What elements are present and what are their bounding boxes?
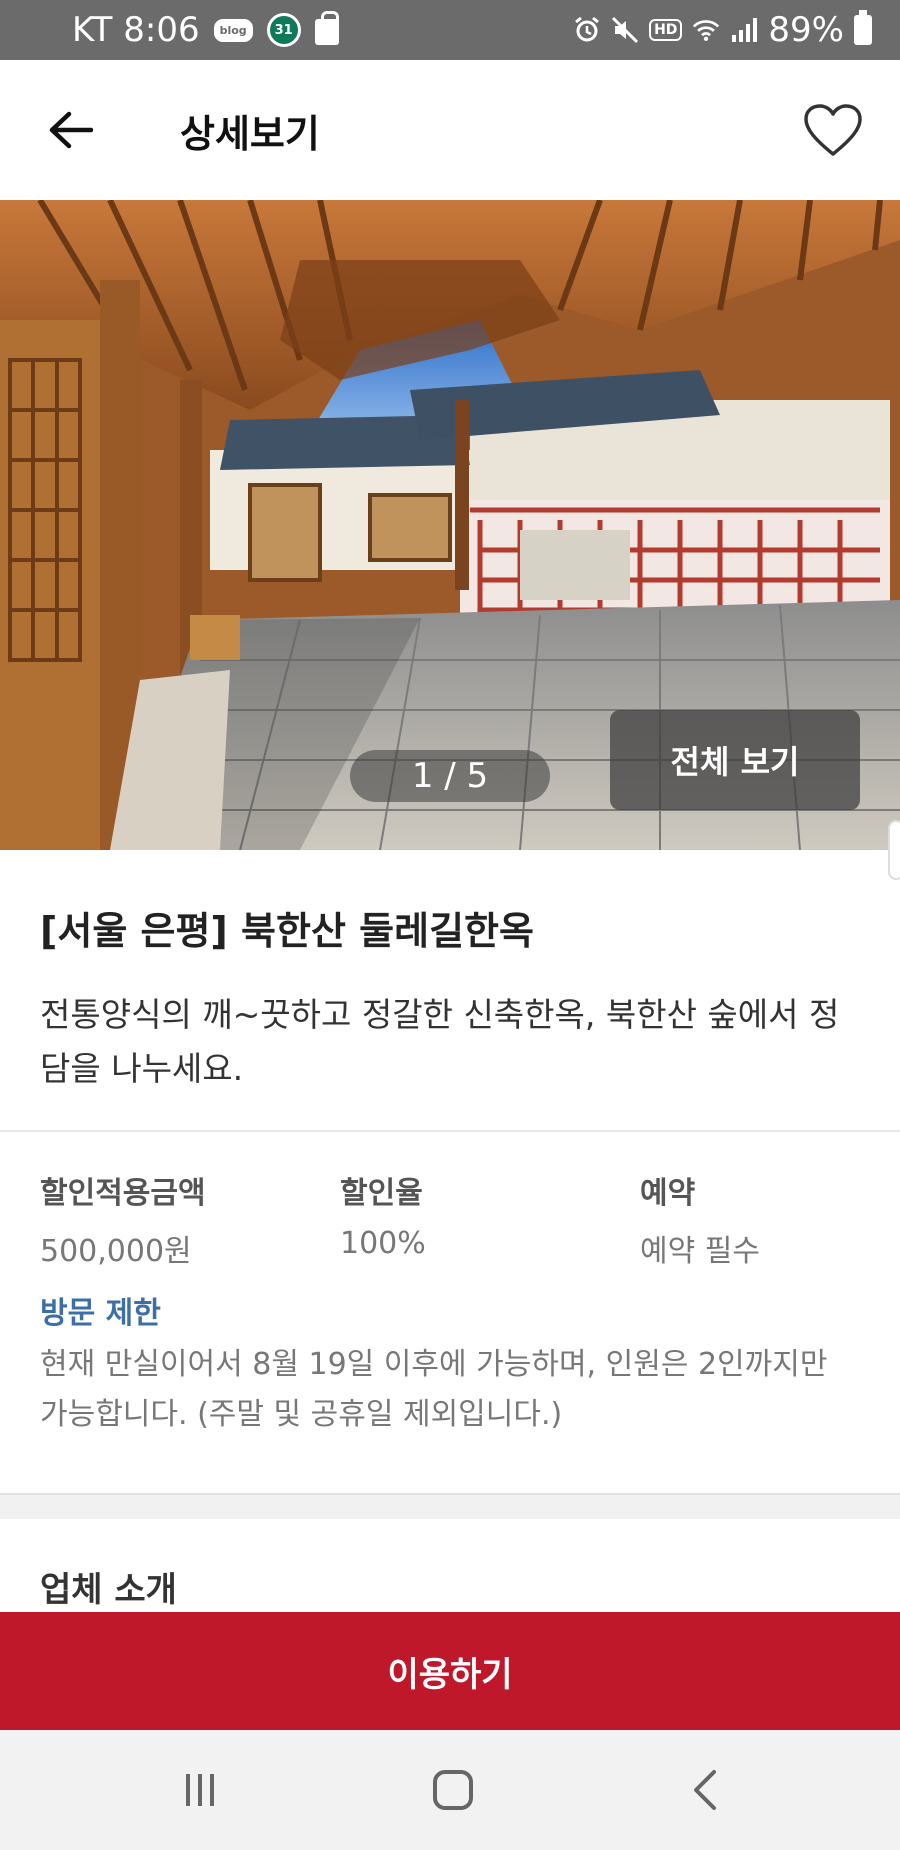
info-value: 예약 필수 <box>640 1234 760 1269</box>
hd-voice-icon: HD <box>649 19 683 41</box>
info-reservation: 예약 예약 필수 <box>640 1168 760 1270</box>
carrier-time: KT 8:06 <box>72 10 200 50</box>
info-discount-rate: 할인율 100% <box>340 1168 426 1261</box>
chevron-left-icon <box>694 1770 716 1810</box>
info-label: 예약 <box>640 1176 696 1211</box>
home-button[interactable] <box>413 1760 493 1820</box>
calendar-notification-icon: 31 <box>266 13 301 47</box>
divider <box>0 1130 900 1132</box>
signal-icon <box>730 16 758 44</box>
status-left: KT 8:06 blog 31 <box>72 10 339 50</box>
info-label: 할인율 <box>340 1176 423 1211</box>
visit-restriction-text: 현재 만실이어서 8월 19일 이후에 가능하며, 인원은 2인까지만 가능합니… <box>40 1347 828 1432</box>
status-right: HD 89% <box>573 10 872 50</box>
status-bar: KT 8:06 blog 31 HD 89% <box>0 0 900 60</box>
arrow-left-icon <box>49 111 93 149</box>
system-back-button[interactable] <box>665 1760 745 1820</box>
visit-restriction-label: 방문 제한 <box>40 1296 161 1331</box>
info-discount-amount: 할인적용금액 500,000원 <box>40 1168 206 1270</box>
photo-gallery[interactable]: 1 / 5 전체 보기 <box>0 200 900 850</box>
home-icon <box>433 1770 473 1810</box>
scroll-indicator <box>888 820 900 880</box>
favorite-button[interactable] <box>798 98 868 164</box>
recent-apps-icon <box>186 1774 214 1806</box>
company-intro-heading: 업체 소개 <box>40 1570 177 1610</box>
recent-apps-button[interactable] <box>160 1760 240 1820</box>
info-value: 100% <box>340 1226 426 1261</box>
system-nav-bar <box>0 1730 900 1850</box>
back-button[interactable] <box>40 100 100 160</box>
shopping-bag-icon <box>314 11 339 45</box>
app-header: 상세보기 <box>0 60 900 200</box>
battery-percent: 89% <box>768 10 844 50</box>
view-all-photos-button[interactable]: 전체 보기 <box>610 710 860 810</box>
battery-icon <box>854 10 872 45</box>
page-title: 상세보기 <box>180 112 320 156</box>
section-separator <box>0 1493 900 1519</box>
mute-icon <box>611 16 639 44</box>
listing-title: [서울 은평] 북한산 둘레길한옥 <box>40 909 534 953</box>
info-label: 할인적용금액 <box>40 1176 206 1211</box>
alarm-icon <box>573 16 601 44</box>
wifi-icon <box>692 16 720 44</box>
blog-notification-icon: blog <box>213 18 253 42</box>
use-button[interactable]: 이용하기 <box>0 1612 900 1730</box>
image-counter: 1 / 5 <box>350 750 550 802</box>
heart-icon <box>804 104 862 156</box>
info-value: 500,000원 <box>40 1234 192 1269</box>
listing-description: 전통양식의 깨~끗하고 정갈한 신축한옥, 북한산 숲에서 정담을 나누세요. <box>40 995 840 1088</box>
